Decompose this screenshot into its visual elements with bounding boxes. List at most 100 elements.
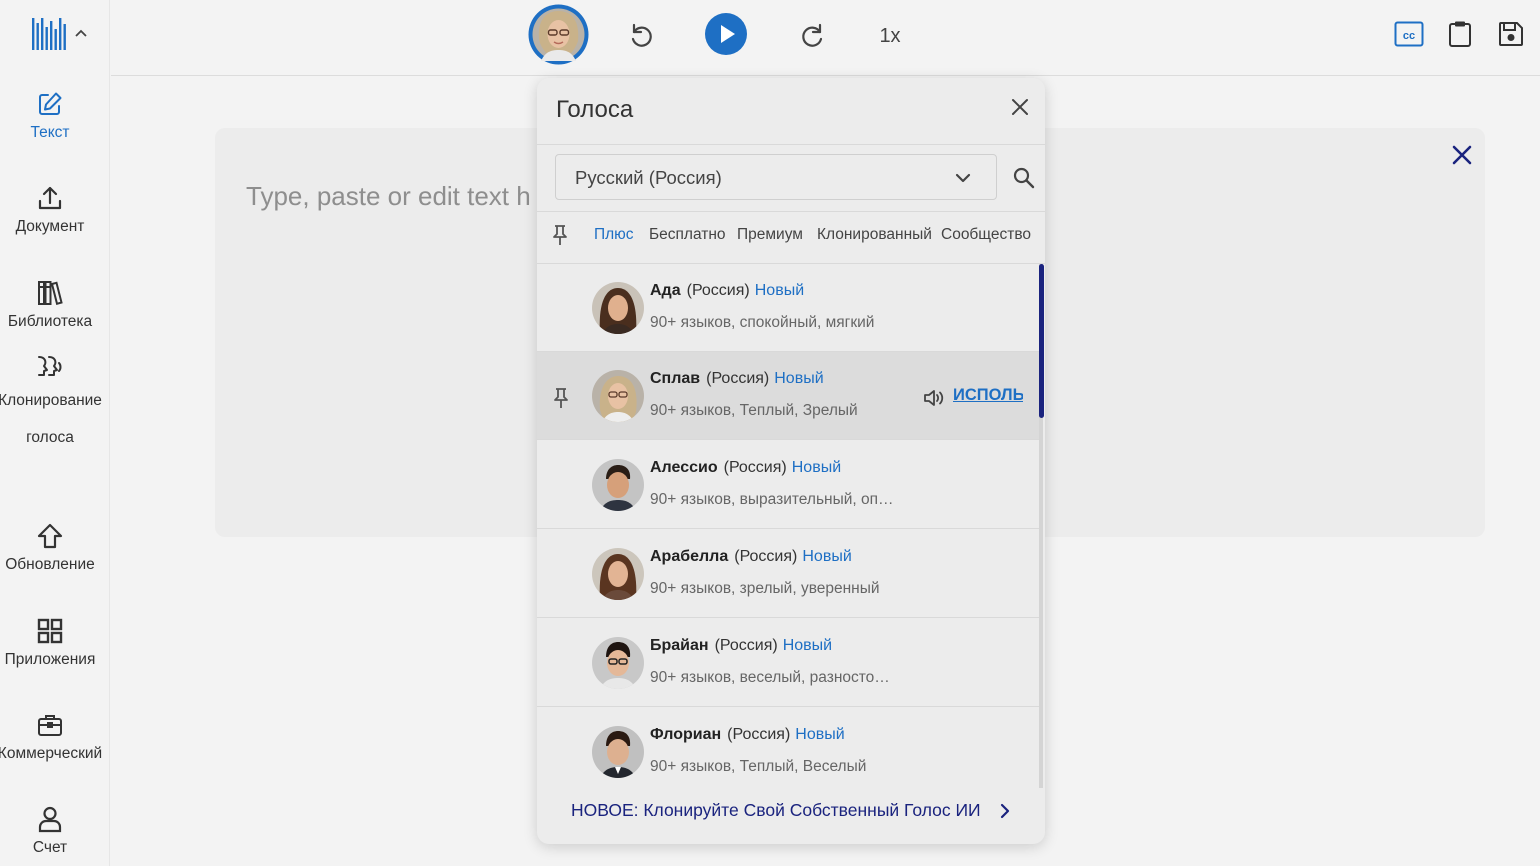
briefcase-icon (38, 715, 62, 736)
use-voice-button[interactable]: ИСПОЛЬЗ (953, 386, 1023, 405)
editor-close-button[interactable] (1447, 140, 1477, 170)
voice-name: Ада (650, 282, 681, 299)
voice-region: (Россия) (734, 548, 798, 565)
library-icon (38, 281, 63, 306)
sidebar-item-document[interactable]: Документ (0, 184, 100, 236)
avatar (592, 726, 644, 778)
sidebar-item-text[interactable]: Текст (0, 90, 100, 142)
voice-name: Флориан (650, 726, 722, 743)
rewind-icon (631, 23, 652, 47)
avatar (592, 459, 644, 511)
clone-voice-promo-link[interactable]: НОВОЕ: Клонируйте Свой Собственный Голос… (571, 800, 1011, 821)
play-button[interactable] (704, 12, 748, 56)
editor-placeholder: Type, paste or edit text h (246, 181, 531, 211)
voice-name: Брайан (650, 637, 709, 654)
voice-search-button[interactable] (1011, 165, 1037, 191)
voice-item-alessio[interactable]: Алессио (Россия) Новый 90+ языков, выразит… (537, 441, 1039, 529)
sidebar-item-library[interactable]: Библиотека (0, 279, 100, 331)
edit-icon (39, 92, 62, 115)
chevron-down-icon (955, 173, 971, 183)
tab-cloned[interactable]: Клонированный (817, 226, 932, 244)
tab-free[interactable]: Бесплатно (649, 226, 726, 244)
voice-list-scrollbar[interactable] (1039, 264, 1044, 418)
panel-close-button[interactable] (1005, 92, 1035, 122)
sidebar-item-label: Приложения (4, 651, 96, 668)
save-icon (1499, 22, 1523, 46)
captions-icon: cc (1394, 21, 1424, 47)
sidebar: Текст Документ Библиотека Клонирование г… (0, 0, 110, 866)
panel-title: Голоса (556, 96, 634, 123)
sidebar-item-label: Обновление (5, 556, 95, 573)
pin-voice-button[interactable] (552, 387, 570, 414)
voice-description: 90+ языков, Теплый, Веселый (650, 758, 867, 775)
forward-button[interactable] (795, 18, 831, 54)
close-icon (1452, 145, 1472, 165)
sidebar-item-upgrade[interactable]: Обновление (0, 522, 100, 574)
voice-item-arabella[interactable]: Арабелла (Россия) Новый 90+ языков, зрелый… (537, 530, 1039, 618)
tab-community[interactable]: Сообщество (941, 226, 1031, 244)
voice-description: 90+ языков, выразительный, оп… (650, 491, 894, 508)
divider (537, 211, 1045, 212)
app-logo[interactable] (30, 14, 90, 54)
sidebar-item-apps[interactable]: Приложения (0, 617, 100, 669)
sidebar-item-label: Текст (30, 124, 70, 141)
upload-icon (38, 186, 62, 210)
clipboard-icon (1449, 21, 1471, 47)
avatar (592, 282, 644, 334)
sidebar-item-voice-clone[interactable]: Клонирование голоса (0, 354, 102, 456)
avatar (592, 637, 644, 689)
new-badge: Новый (795, 726, 845, 743)
current-voice-avatar-button[interactable] (527, 3, 590, 66)
promo-text: НОВОЕ: Клонируйте Свой Собственный Голос… (571, 800, 981, 820)
voice-item-florian[interactable]: Флориан (Россия) Новый 90+ языков, Теплый,… (537, 708, 1039, 788)
language-select[interactable]: Русский (Россия) (555, 154, 997, 200)
chevron-up-icon[interactable] (74, 27, 88, 41)
sidebar-item-commercial[interactable]: Коммерческий (0, 711, 105, 763)
save-button[interactable] (1497, 19, 1525, 49)
voice-region: (Россия) (727, 726, 791, 743)
new-badge: Новый (791, 459, 842, 476)
avatar (592, 548, 644, 600)
sidebar-item-label: Коммерческий (0, 745, 103, 762)
voice-item-splav[interactable]: Сплав (Россия) Новый 90+ языков, Теплый, З… (537, 352, 1039, 440)
sidebar-item-label: Клонирование голоса (0, 392, 102, 446)
new-badge: Новый (774, 370, 824, 387)
logo-icon (32, 18, 66, 50)
avatar (528, 4, 589, 65)
search-icon (1013, 167, 1035, 189)
svg-text:cc: cc (1403, 30, 1415, 42)
sidebar-item-account[interactable]: Счет (0, 805, 100, 857)
speed-button[interactable]: 1x (872, 18, 908, 54)
apps-grid-icon (37, 618, 63, 644)
forward-icon (802, 23, 823, 47)
voice-description: 90+ языков, зрелый, уверенный (650, 580, 880, 597)
voice-item-ada[interactable]: Ада (Россия) Новый 90+ языков, спокойный, … (537, 264, 1039, 352)
account-icon (38, 806, 62, 833)
voice-clone-icon (38, 356, 62, 376)
clipboard-button[interactable] (1446, 18, 1474, 50)
voices-panel: Голоса Русский (Россия) Плюс Бесплатно П… (537, 78, 1045, 844)
sidebar-item-label: Счет (32, 839, 68, 856)
new-badge: Новый (802, 548, 852, 565)
sidebar-item-label: Библиотека (7, 313, 93, 330)
voice-description: 90+ языков, спокойный, мягкий (650, 314, 875, 331)
voice-region: (Россия) (686, 282, 750, 299)
sidebar-item-label: Документ (15, 218, 85, 235)
tab-premium[interactable]: Премиум (737, 226, 803, 244)
pinned-filter-button[interactable] (551, 224, 569, 251)
voice-item-brian[interactable]: Брайан (Россия) Новый 90+ языков, веселый,… (537, 619, 1039, 707)
close-icon (1012, 99, 1028, 115)
top-toolbar: 1x cc (111, 0, 1540, 76)
pin-icon (554, 388, 568, 408)
captions-button[interactable]: cc (1394, 20, 1424, 48)
play-icon (705, 13, 747, 55)
voice-list: Ада (Россия) Новый 90+ языков, спокойный, … (537, 264, 1039, 788)
tab-plus[interactable]: Плюс (594, 226, 634, 244)
voice-description: 90+ языков, Теплый, Зрелый (650, 402, 858, 419)
preview-voice-button[interactable] (923, 388, 945, 413)
pin-icon (553, 225, 567, 245)
rewind-button[interactable] (623, 18, 659, 54)
speaker-icon (924, 390, 944, 406)
voice-name: Арабелла (650, 548, 729, 565)
voice-name: Сплав (650, 370, 701, 387)
